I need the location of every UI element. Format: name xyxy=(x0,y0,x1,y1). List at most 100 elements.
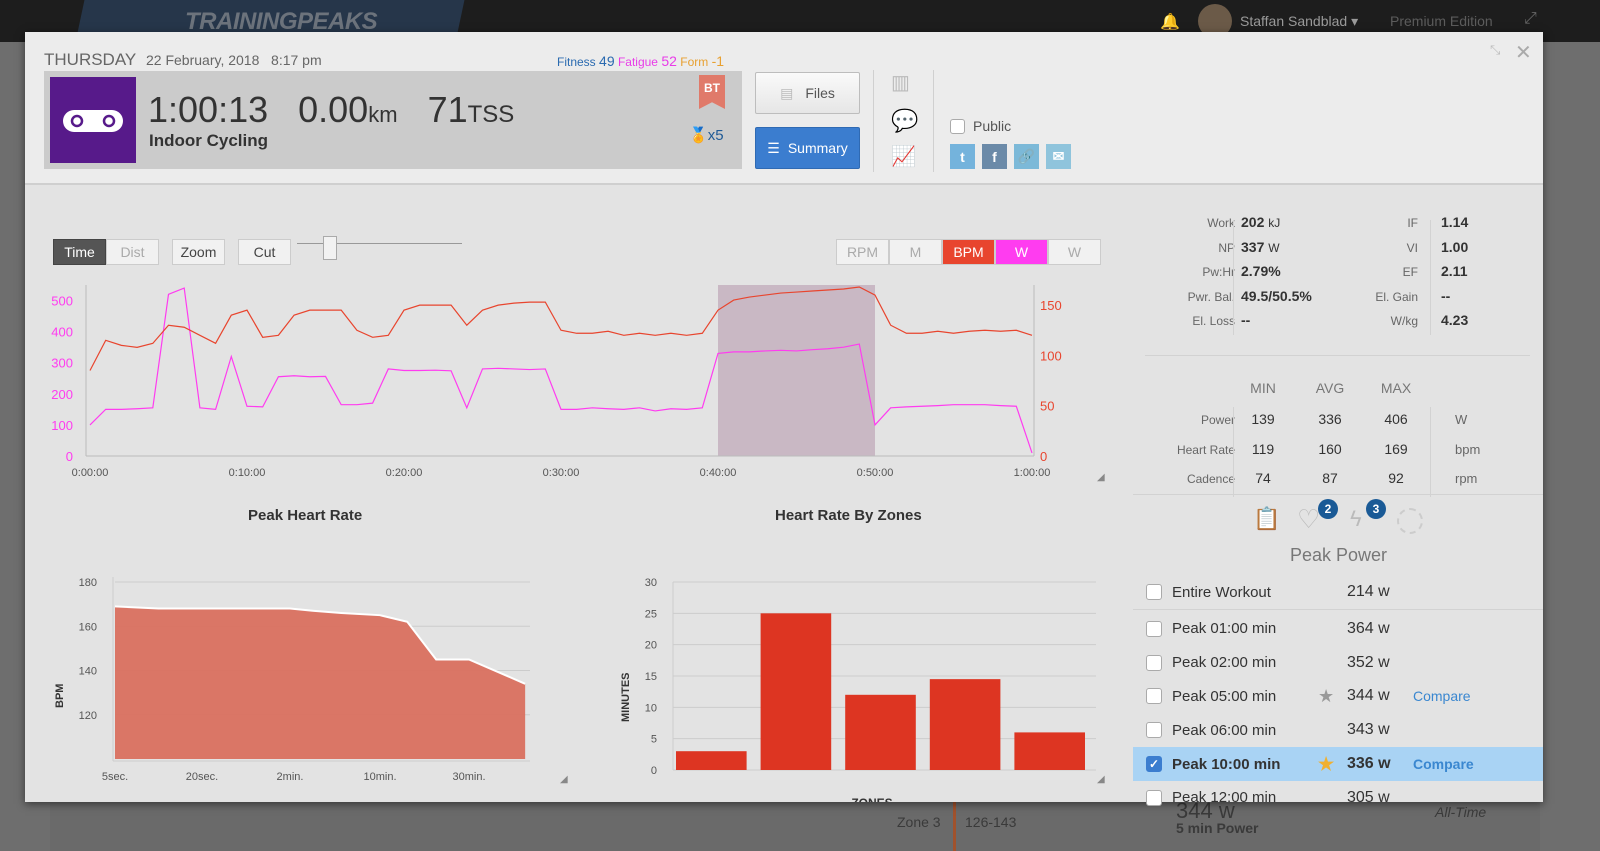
divider xyxy=(1145,355,1530,356)
minmax-header: MAX xyxy=(1380,380,1412,396)
resize-handle[interactable]: ◢ xyxy=(560,774,568,785)
y-tick-label: 20 xyxy=(645,640,657,652)
value: -- xyxy=(1241,312,1251,328)
peak-checkbox[interactable] xyxy=(1146,620,1162,637)
x-tick-label: 1:00:00 xyxy=(1014,467,1051,479)
stat-value: -- xyxy=(1241,312,1250,328)
y-right-tick-label: 50 xyxy=(1040,399,1054,414)
minmax-max: 92 xyxy=(1388,470,1404,486)
peak-row[interactable]: Peak 06:00 min 343 w xyxy=(1133,713,1543,747)
stat-label: W/kg xyxy=(1390,314,1418,328)
y-tick-label: 0 xyxy=(651,765,657,777)
peak-value: 343 w xyxy=(1347,721,1390,739)
peak-checkbox[interactable] xyxy=(1146,789,1162,806)
heart-icon[interactable]: ♡ xyxy=(1297,504,1320,535)
y-axis-label: BPM xyxy=(54,684,66,708)
stat-label: EF xyxy=(1402,265,1418,279)
resize-handle[interactable]: ◢ xyxy=(1097,472,1105,483)
minmax-max: 406 xyxy=(1384,411,1408,427)
y-tick-label: 140 xyxy=(79,666,97,678)
stat-value: 4.23 xyxy=(1441,312,1469,328)
peak-hr-title: Peak Heart Rate xyxy=(248,507,363,524)
x-tick-label: 30min. xyxy=(452,771,485,783)
minmax-min: 139 xyxy=(1251,411,1275,427)
y-left-tick-label: 400 xyxy=(51,325,73,340)
stat-value: 2.11 xyxy=(1441,263,1468,279)
peak-label: Peak 01:00 min xyxy=(1172,620,1277,638)
stat-value: 1.00 xyxy=(1441,238,1469,255)
minmax-label: Cadence xyxy=(1186,472,1235,486)
workout-modal: THURSDAY 22 February, 2018 8:17 pm Fitne… xyxy=(25,32,1543,806)
close-icon[interactable]: ✕ xyxy=(1515,40,1532,65)
notes-icon[interactable]: 📋 xyxy=(1253,506,1280,532)
x-tick-label: 10min. xyxy=(363,771,396,783)
peak-row[interactable]: Entire Workout 214 w xyxy=(1133,575,1543,609)
x-tick-label: 5sec. xyxy=(102,771,128,783)
divider xyxy=(1233,220,1234,335)
stat-value: 49.5/50.5% xyxy=(1241,288,1312,304)
peak-checkbox[interactable]: ✓ xyxy=(1146,756,1162,772)
peak-value: 352 w xyxy=(1347,653,1390,671)
compare-link[interactable]: Compare xyxy=(1413,756,1474,772)
divider xyxy=(1430,407,1431,497)
peak-checkbox[interactable] xyxy=(1146,654,1162,671)
user-menu[interactable]: Staffan Sandblad ▾ xyxy=(1240,13,1358,30)
resize-handle[interactable]: ◢ xyxy=(1097,774,1105,785)
peak-row[interactable]: Peak 12:00 min 305 w xyxy=(1133,781,1543,815)
value: 2.79% xyxy=(1241,263,1281,279)
bell-icon[interactable]: 🔔 xyxy=(1160,12,1180,32)
minmax-avg: 160 xyxy=(1318,440,1342,457)
peak-checkbox[interactable] xyxy=(1146,584,1162,600)
minmax-header: AVG xyxy=(1315,380,1345,396)
minmax-label: Heart Rate xyxy=(1176,442,1235,457)
x-tick-label: 0:50:00 xyxy=(857,467,894,479)
peak-value: 214 w xyxy=(1347,583,1390,600)
stat-value: 2.79% xyxy=(1241,263,1281,279)
power-line xyxy=(89,287,1033,454)
minmax-min: 74 xyxy=(1255,470,1271,486)
minmax-unit: rpm xyxy=(1455,471,1478,486)
y-left-tick-label: 200 xyxy=(51,387,73,402)
y-tick-label: 30 xyxy=(645,577,657,589)
y-axis-label: MINUTES xyxy=(620,673,632,723)
expand-icon[interactable]: ⤢ xyxy=(1524,10,1537,28)
peak-row[interactable]: Peak 05:00 min ★ 344 w Compare xyxy=(1133,679,1543,713)
gold-medal-icon: ★ xyxy=(1318,753,1335,774)
divider xyxy=(1133,609,1543,610)
zone-divider xyxy=(953,802,956,851)
peak-checkbox[interactable] xyxy=(1146,722,1162,739)
y-tick-label: 5 xyxy=(651,734,657,746)
x-tick-label: 0:20:00 xyxy=(386,467,423,479)
hr-zones-chart: 0 5 10 15 20 25 30 ZONES MINUTES xyxy=(620,577,1096,802)
user-name: Staffan Sandblad xyxy=(1240,13,1348,29)
peak-row[interactable]: Peak 01:00 min 364 w xyxy=(1133,612,1543,646)
peak-row[interactable]: ✓ Peak 10:00 min ★ 336 w Compare xyxy=(1133,747,1543,781)
stat-value: -- xyxy=(1441,287,1451,304)
y-left-tick-label: 300 xyxy=(51,356,73,371)
peak-label: Peak 12:00 min xyxy=(1172,789,1277,807)
y-tick-label: 10 xyxy=(645,702,657,714)
y-right-tick-label: 0 xyxy=(1040,449,1047,464)
minmax-label: Power xyxy=(1200,413,1235,427)
zone-bar xyxy=(1014,732,1085,770)
stat-label: El. Gain xyxy=(1375,289,1418,304)
peak-row[interactable]: Peak 02:00 min 352 w xyxy=(1133,646,1543,680)
divider xyxy=(1430,220,1431,335)
y-tick-label: 160 xyxy=(79,621,97,633)
value: 49.5/50.5% xyxy=(1241,287,1312,304)
y-left-tick-label: 0 xyxy=(66,449,73,464)
workout-chart[interactable]: 0:00:00 0:10:00 0:20:00 0:30:00 0:40:00 0:50:… xyxy=(25,32,1135,492)
heart-badge: 2 xyxy=(1318,499,1338,519)
y-tick-label: 180 xyxy=(79,577,97,589)
stat-label: Work xyxy=(1207,216,1235,230)
y-right-tick-label: 150 xyxy=(1040,298,1062,313)
peak-value: 344 w xyxy=(1347,687,1390,705)
lightning-icon[interactable]: ϟ xyxy=(1350,506,1362,532)
peak-checkbox[interactable] xyxy=(1146,688,1162,705)
bg-range: 126-143 xyxy=(965,814,1017,830)
circle-icon[interactable] xyxy=(1397,508,1423,534)
y-right-tick-label: 100 xyxy=(1040,348,1062,363)
collapse-icon[interactable]: ⤡ xyxy=(1490,42,1500,58)
value: 202 xyxy=(1241,214,1265,230)
compare-link[interactable]: Compare xyxy=(1413,688,1471,704)
